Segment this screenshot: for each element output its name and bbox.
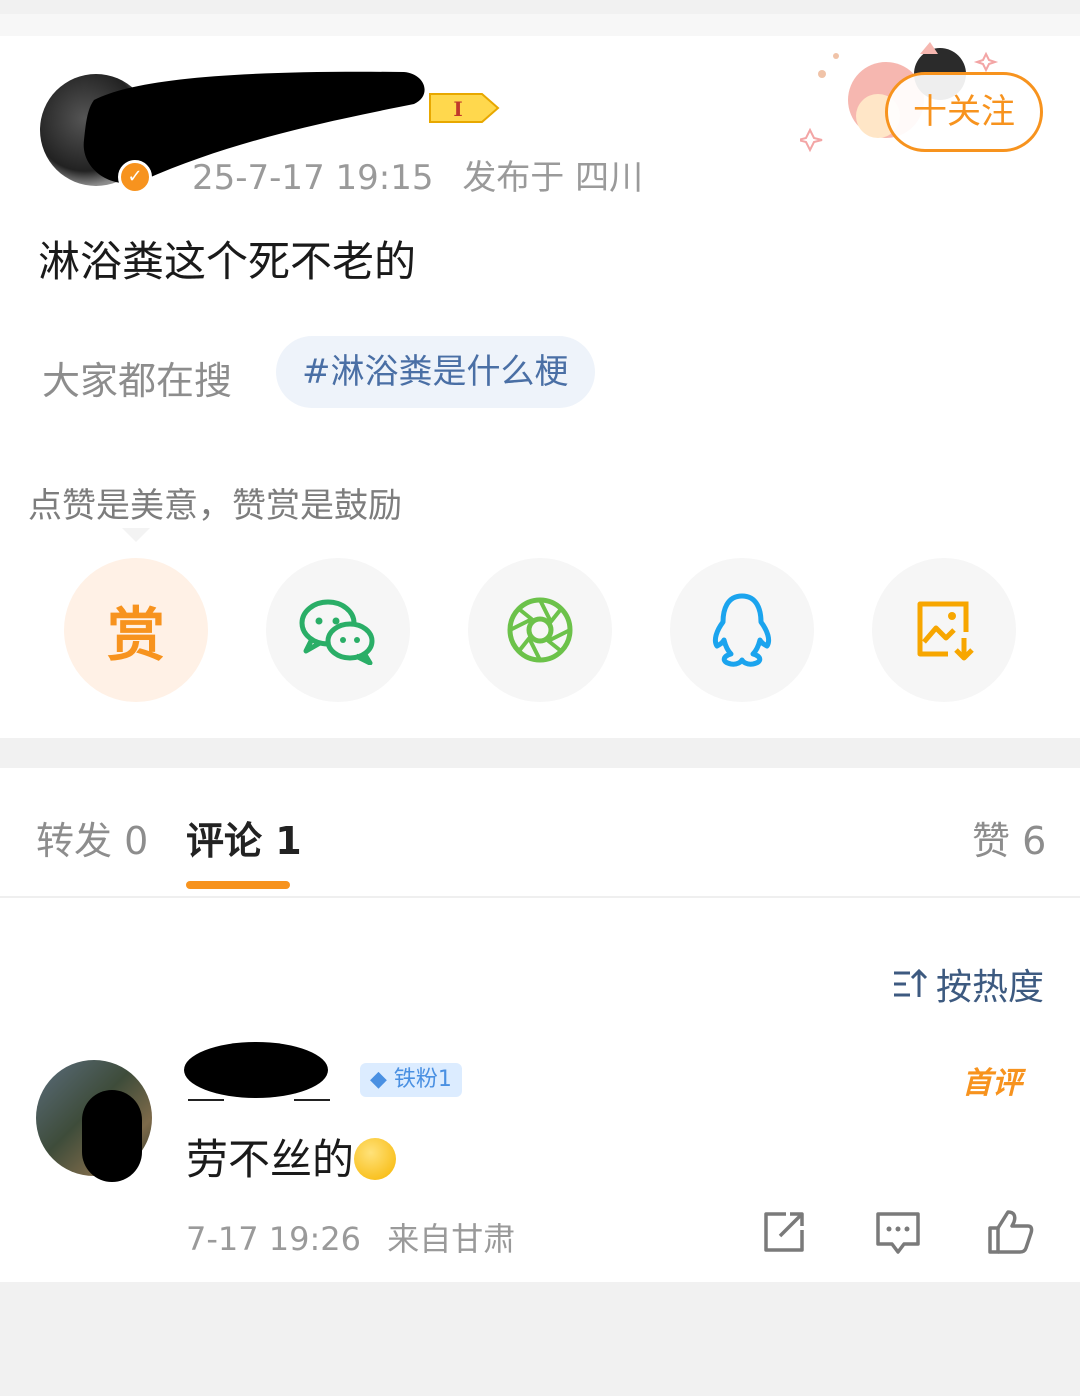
reply-icon[interactable]: [874, 1208, 922, 1256]
reward-tip-arrow: [122, 528, 150, 542]
top-gap: [0, 0, 1080, 14]
section-gap: [0, 738, 1080, 768]
tab-like[interactable]: 赞 6: [972, 810, 1046, 865]
repost-comment-icon[interactable]: [760, 1208, 808, 1256]
fan-badge-label: 铁粉1: [393, 1067, 452, 1092]
sort-label: 按热度: [936, 967, 1045, 1008]
share-qq-button[interactable]: [670, 558, 814, 702]
commenter-name-redacted: [184, 1042, 330, 1101]
top-strip: [0, 14, 1080, 36]
share-moments-button[interactable]: [468, 558, 612, 702]
sort-button[interactable]: 按热度: [892, 958, 1044, 1010]
bottom-area: [0, 1282, 1080, 1396]
tabs-divider: [0, 896, 1080, 898]
tab-comment[interactable]: 评论 1: [186, 810, 302, 865]
wechat-icon: [299, 599, 375, 665]
comment-body: 劳不丝的: [186, 1135, 355, 1184]
comment-location: 来自甘肃: [387, 1220, 516, 1258]
redaction-mask: [82, 1090, 142, 1182]
share-wechat-button[interactable]: [266, 558, 410, 702]
follow-button[interactable]: 十关注: [885, 72, 1043, 152]
like-icon[interactable]: [986, 1208, 1034, 1256]
verified-icon: ✓: [118, 160, 152, 194]
comment-time: 7-17 19:26: [186, 1220, 362, 1258]
level-badge-text: I: [453, 97, 462, 121]
trending-search-chip[interactable]: #淋浴粪是什么梗: [276, 336, 595, 408]
post-text: 淋浴粪这个死不老的: [38, 237, 417, 286]
reward-tip: 点赞是美意，赞赏是鼓励: [28, 478, 402, 527]
tab-repost[interactable]: 转发 0: [36, 810, 148, 865]
moments-icon: [507, 597, 573, 663]
active-tab-indicator: [186, 881, 290, 889]
first-comment-badge: 首评: [962, 1066, 1022, 1101]
post-timestamp: 25-7-17 19:15: [192, 158, 434, 198]
thinking-emoji-icon: [354, 1137, 397, 1180]
comment-meta: 7-17 19:26 来自甘肃: [186, 1214, 531, 1260]
diamond-icon: ◆: [370, 1067, 387, 1092]
fan-badge: ◆ 铁粉1: [360, 1063, 462, 1097]
reward-icon: 赏: [106, 601, 165, 669]
level-badge: I: [429, 93, 500, 123]
reward-button[interactable]: 赏: [64, 558, 208, 702]
comment-text: 劳不丝的: [186, 1126, 397, 1187]
qq-icon: [712, 593, 772, 667]
save-image-icon: [917, 601, 974, 661]
post-meta: 25-7-17 19:15 发布于 四川: [192, 150, 661, 199]
sort-icon: [894, 968, 928, 997]
save-image-button[interactable]: [872, 558, 1016, 702]
post-location: 发布于 四川: [462, 158, 644, 198]
trending-search-label: 大家都在搜: [42, 359, 233, 403]
comments-section: [0, 768, 1080, 1282]
